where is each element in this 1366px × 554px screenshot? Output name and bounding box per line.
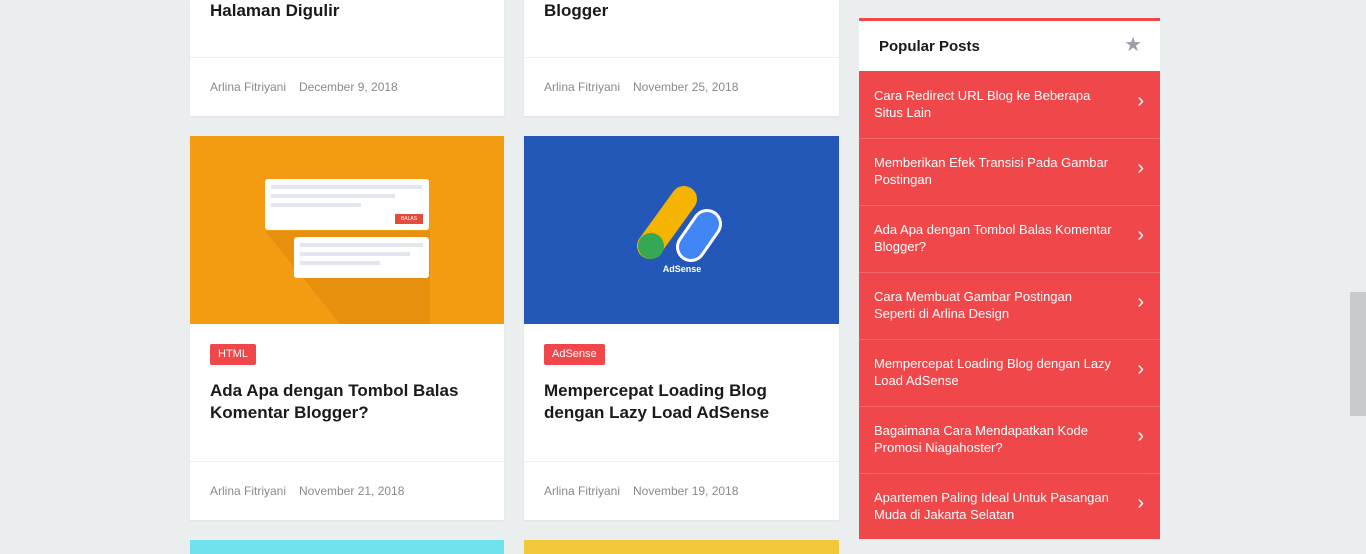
post-meta: Arlina Fitriyani November 21, 2018: [190, 461, 504, 520]
post-card-5-thumbnail[interactable]: [190, 540, 504, 554]
chevron-right-icon: ›: [1137, 90, 1144, 112]
popular-post-label[interactable]: Mempercepat Loading Blog dengan Lazy Loa…: [874, 355, 1114, 389]
post-card-6-thumbnail[interactable]: [524, 540, 839, 554]
chevron-right-icon: ›: [1137, 157, 1144, 179]
post-title[interactable]: Ada Apa dengan Tombol Balas Komentar Blo…: [210, 380, 484, 424]
popular-post-item[interactable]: Cara Membuat Gambar Postingan Seperti di…: [859, 272, 1160, 340]
post-author[interactable]: Arlina Fitriyani: [210, 80, 286, 94]
post-card-4[interactable]: AdSense AdSense Mempercepat Loading Blog…: [524, 136, 839, 520]
chevron-right-icon: ›: [1137, 358, 1144, 380]
post-author[interactable]: Arlina Fitriyani: [210, 484, 286, 498]
popular-post-label[interactable]: Cara Redirect URL Blog ke Beberapa Situs…: [874, 87, 1114, 121]
popular-post-label[interactable]: Apartemen Paling Ideal Untuk Pasangan Mu…: [874, 489, 1114, 523]
widget-header: Popular Posts ★: [859, 21, 1160, 71]
comment-reply-illustration: [265, 179, 430, 324]
label-badge[interactable]: AdSense: [544, 344, 605, 365]
post-date: December 9, 2018: [299, 80, 398, 94]
widget-title: Popular Posts: [879, 38, 980, 55]
post-title[interactable]: Halaman Digulir: [210, 0, 484, 22]
chevron-right-icon: ›: [1137, 425, 1144, 447]
post-thumbnail[interactable]: AdSense: [524, 136, 839, 324]
adsense-logo-icon: [637, 186, 722, 262]
popular-post-label[interactable]: Ada Apa dengan Tombol Balas Komentar Blo…: [874, 221, 1114, 255]
post-author[interactable]: Arlina Fitriyani: [544, 80, 620, 94]
post-card-3[interactable]: BALAS HTML Ada Apa dengan Tombol Balas K…: [190, 136, 504, 520]
popular-post-item[interactable]: Apartemen Paling Ideal Untuk Pasangan Mu…: [859, 473, 1160, 540]
post-meta: Arlina Fitriyani December 9, 2018: [190, 57, 504, 116]
popular-post-label[interactable]: Memberikan Efek Transisi Pada Gambar Pos…: [874, 154, 1114, 188]
reply-button-illustration: BALAS: [400, 216, 418, 222]
popular-posts-widget: Popular Posts ★ Cara Redirect URL Blog k…: [859, 18, 1160, 539]
post-title[interactable]: Blogger: [544, 0, 819, 22]
popular-post-item[interactable]: Ada Apa dengan Tombol Balas Komentar Blo…: [859, 205, 1160, 273]
popular-post-item[interactable]: Mempercepat Loading Blog dengan Lazy Loa…: [859, 339, 1160, 407]
popular-post-item[interactable]: Memberikan Efek Transisi Pada Gambar Pos…: [859, 138, 1160, 206]
post-author[interactable]: Arlina Fitriyani: [544, 484, 620, 498]
post-date: November 19, 2018: [633, 484, 739, 498]
popular-post-label[interactable]: Cara Membuat Gambar Postingan Seperti di…: [874, 288, 1114, 322]
star-icon: ★: [1124, 34, 1142, 56]
popular-post-item[interactable]: Bagaimana Cara Mendapatkan Kode Promosi …: [859, 406, 1160, 474]
popular-post-item[interactable]: Cara Redirect URL Blog ke Beberapa Situs…: [859, 71, 1160, 139]
post-meta: Arlina Fitriyani November 25, 2018: [524, 57, 839, 116]
post-title[interactable]: Mempercepat Loading Blog dengan Lazy Loa…: [544, 380, 819, 424]
page-scrollbar[interactable]: [1350, 292, 1366, 416]
post-card-1[interactable]: Halaman Digulir Arlina Fitriyani Decembe…: [190, 0, 504, 116]
post-meta: Arlina Fitriyani November 19, 2018: [524, 461, 839, 520]
label-badge[interactable]: HTML: [210, 344, 256, 365]
post-date: November 21, 2018: [299, 484, 405, 498]
post-thumbnail[interactable]: BALAS: [190, 136, 504, 324]
chevron-right-icon: ›: [1137, 492, 1144, 514]
chevron-right-icon: ›: [1137, 224, 1144, 246]
adsense-logo-text: AdSense: [662, 264, 702, 274]
chevron-right-icon: ›: [1137, 291, 1144, 313]
post-card-2[interactable]: Blogger Arlina Fitriyani November 25, 20…: [524, 0, 839, 116]
post-date: November 25, 2018: [633, 80, 739, 94]
popular-post-label[interactable]: Bagaimana Cara Mendapatkan Kode Promosi …: [874, 422, 1114, 456]
